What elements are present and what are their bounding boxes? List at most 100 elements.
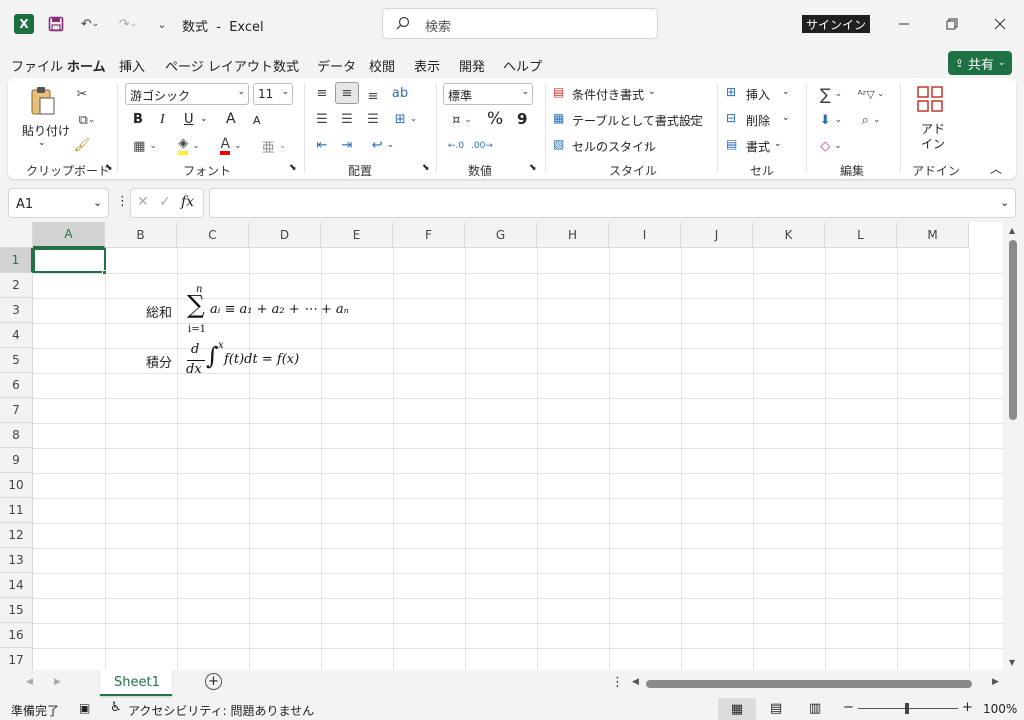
fill-color-icon[interactable]: ◈ ⌄ xyxy=(171,134,207,158)
dialog-launcher-icon[interactable]: ⬊ xyxy=(529,163,537,173)
add-sheet-icon[interactable]: + xyxy=(205,673,222,690)
align-left-icon[interactable]: ☰ xyxy=(312,109,332,129)
merge-icon[interactable]: ⊞ ⌄ xyxy=(388,109,424,129)
integral-equation[interactable]: d dx ∫ x f(t)dt = f(x) xyxy=(184,340,334,382)
column-header-l[interactable]: L xyxy=(825,222,897,248)
comma-button[interactable]: 9 xyxy=(517,110,527,128)
align-bottom-icon[interactable]: ≡ xyxy=(363,86,383,106)
scroll-left-icon[interactable]: ◀ xyxy=(632,677,639,687)
row-header-5[interactable]: 5 xyxy=(0,348,33,373)
column-header-h[interactable]: H xyxy=(537,222,609,248)
tab-developer[interactable]: 開発 xyxy=(459,56,485,75)
column-header-a[interactable]: A xyxy=(33,222,105,248)
bold-button[interactable]: B xyxy=(133,112,143,127)
column-header-i[interactable]: I xyxy=(609,222,681,248)
accessibility-status[interactable]: アクセシビリティ: 問題ありません xyxy=(128,702,314,719)
row-header-13[interactable]: 13 xyxy=(0,548,33,573)
increase-decimal-icon[interactable]: ←.0 xyxy=(445,135,467,157)
zoom-in-icon[interactable]: + xyxy=(962,700,973,715)
macro-record-icon[interactable]: ▣ xyxy=(79,701,90,715)
column-header-g[interactable]: G xyxy=(465,222,537,248)
phonetic-icon[interactable]: 亜 ⌄ xyxy=(258,136,290,156)
column-header-c[interactable]: C xyxy=(177,222,249,248)
copy-icon[interactable]: ⧉ ⌄ xyxy=(72,110,102,130)
tab-insert[interactable]: 挿入 xyxy=(119,56,145,75)
sort-icon[interactable]: ᴬᶻ▽ ⌄ xyxy=(854,84,888,104)
row-header-15[interactable]: 15 xyxy=(0,598,33,623)
tab-review[interactable]: 校閲 xyxy=(369,56,395,75)
row-header-11[interactable]: 11 xyxy=(0,498,33,523)
column-header-k[interactable]: K xyxy=(753,222,825,248)
row-header-10[interactable]: 10 xyxy=(0,473,33,498)
restore-icon[interactable] xyxy=(940,14,964,34)
redo-icon[interactable]: ↷ ⌄ xyxy=(114,14,142,34)
column-header-j[interactable]: J xyxy=(681,222,753,248)
worksheet[interactable]: ABCDEFGHIJKLM 1 2 3 4 5 6 7 8 9 10 11 12 13 14 15 16 17 … xyxy=(0,222,1024,670)
row-header-14[interactable]: 14 xyxy=(0,573,33,598)
underline-button[interactable]: U xyxy=(184,112,194,127)
insert-function-button[interactable]: fx xyxy=(181,194,194,210)
sum-equation[interactable]: n ∑ i=1 aᵢ ≡ a₁ + a₂ + ⋯ + aₙ xyxy=(184,284,364,340)
format-cells-button[interactable]: ▤ 書式 ⌄ xyxy=(726,137,796,157)
enter-icon[interactable]: ✓ xyxy=(159,194,171,210)
customize-icon[interactable]: ⌄ xyxy=(154,14,170,34)
row-header-17[interactable]: 17 xyxy=(0,648,33,670)
scroll-up-icon[interactable]: ▲ xyxy=(1009,226,1015,235)
tab-view[interactable]: 表示 xyxy=(414,56,440,75)
shrink-font-button[interactable]: A xyxy=(253,114,261,127)
delete-cells-button[interactable]: ⊟ 削除 ⌄ xyxy=(726,111,796,131)
zoom-slider-thumb[interactable] xyxy=(905,703,909,714)
save-icon[interactable] xyxy=(46,14,66,34)
align-center-icon[interactable]: ☰ xyxy=(337,109,357,129)
view-page-break-icon[interactable]: ▥ xyxy=(809,701,821,716)
tab-data[interactable]: データ xyxy=(317,56,356,75)
sum-icon[interactable]: ∑ ⌄ xyxy=(814,84,848,104)
wrap-text-icon[interactable]: ↩ ⌄ xyxy=(366,135,400,155)
undo-icon[interactable]: ↶ ⌄ xyxy=(76,14,104,34)
font-color-icon[interactable]: A ⌄ xyxy=(213,134,249,158)
grow-font-button[interactable]: A xyxy=(226,111,236,127)
horizontal-scrollbar-thumb[interactable] xyxy=(646,680,972,688)
dialog-launcher-icon[interactable]: ⬊ xyxy=(105,163,113,173)
row-header-16[interactable]: 16 xyxy=(0,623,33,648)
addins-button[interactable]: アド イン xyxy=(913,84,949,154)
more-icon[interactable]: ⋮ xyxy=(611,675,624,690)
selected-cell-outline[interactable] xyxy=(33,248,106,273)
fill-icon[interactable]: ⬇ ⌄ xyxy=(814,110,848,130)
tab-file[interactable]: ファイル xyxy=(11,56,63,75)
italic-button[interactable]: I xyxy=(160,112,165,128)
format-painter-icon[interactable]: 🖌 xyxy=(72,135,92,155)
zoom-out-icon[interactable]: − xyxy=(843,700,854,715)
row-header-6[interactable]: 6 xyxy=(0,373,33,398)
row-header-4[interactable]: 4 xyxy=(0,323,33,348)
collapse-ribbon-icon[interactable]: ︿ xyxy=(990,160,1002,177)
align-middle-icon[interactable]: ≡ xyxy=(335,82,359,104)
chevron-down-icon[interactable]: ⌄ xyxy=(200,114,208,124)
search-box[interactable]: 検索 xyxy=(382,8,658,39)
row-header-9[interactable]: 9 xyxy=(0,448,33,473)
select-all-corner[interactable] xyxy=(0,222,33,248)
more-icon[interactable]: ⋮ xyxy=(116,194,129,209)
increase-indent-icon[interactable]: ⇥ xyxy=(337,135,357,155)
dialog-launcher-icon[interactable]: ⬊ xyxy=(422,163,430,173)
tab-help[interactable]: ヘルプ xyxy=(503,56,542,75)
sheet-tab-sheet1[interactable]: Sheet1 xyxy=(100,670,172,696)
decrease-indent-icon[interactable]: ⇤ xyxy=(312,135,332,155)
row-header-2[interactable]: 2 xyxy=(0,273,33,298)
column-header-b[interactable]: B xyxy=(105,222,177,248)
share-button[interactable]: ⇪ 共有 ⌄ xyxy=(948,51,1012,75)
tab-page-layout[interactable]: ページ レイアウト xyxy=(165,56,273,75)
cancel-icon[interactable]: ✕ xyxy=(137,194,149,210)
column-header-f[interactable]: F xyxy=(393,222,465,248)
scroll-down-icon[interactable]: ▼ xyxy=(1009,658,1015,667)
borders-icon[interactable]: ▦ ⌄ xyxy=(128,136,162,156)
column-header-e[interactable]: E xyxy=(321,222,393,248)
row-header-12[interactable]: 12 xyxy=(0,523,33,548)
column-header-m[interactable]: M xyxy=(897,222,969,248)
row-header-1[interactable]: 1 xyxy=(0,248,33,273)
fill-handle[interactable] xyxy=(102,270,107,275)
align-right-icon[interactable]: ☰ xyxy=(363,109,383,129)
row-header-3[interactable]: 3 xyxy=(0,298,33,323)
vertical-scrollbar[interactable]: ▲ ▼ xyxy=(1003,222,1024,670)
dialog-launcher-icon[interactable]: ⬊ xyxy=(289,163,297,173)
